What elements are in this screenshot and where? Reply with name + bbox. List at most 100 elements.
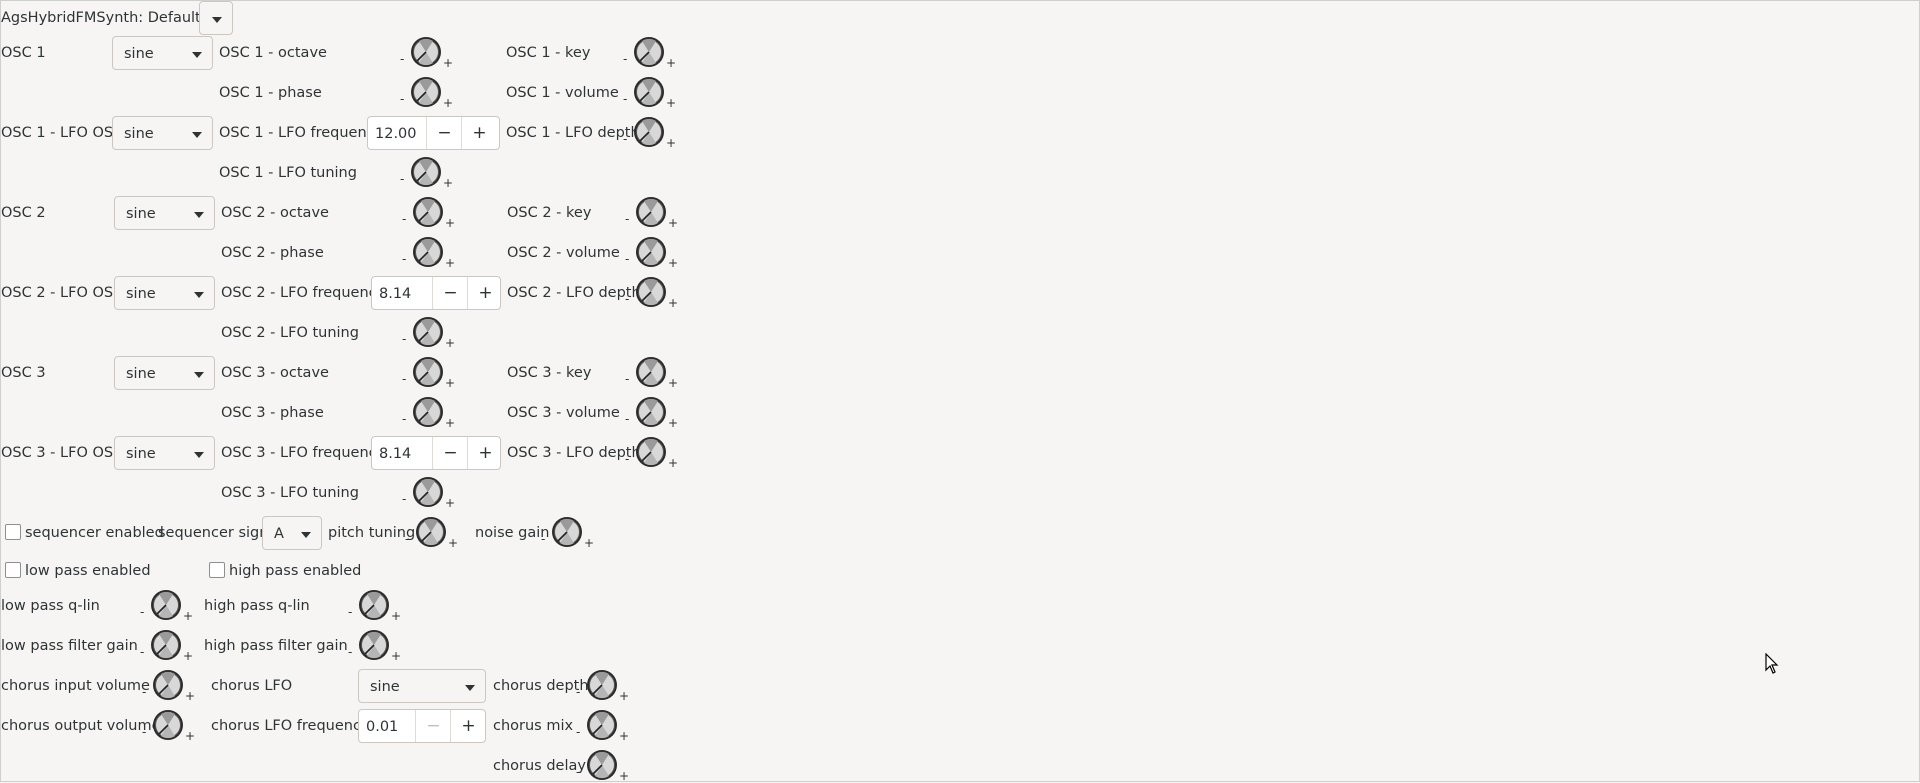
- osc2-lfo-freq-value[interactable]: 8.14: [379, 284, 411, 304]
- noise-gain-knob[interactable]: - +: [541, 515, 594, 549]
- osc1-phase-knob[interactable]: - +: [400, 75, 453, 109]
- osc2-lfo-tuning-knob[interactable]: - +: [402, 315, 455, 349]
- osc3-octave-knob[interactable]: - +: [402, 355, 455, 389]
- knob-plus-sign: +: [443, 176, 454, 190]
- chorus-lfo-freq-value[interactable]: 0.01: [366, 717, 398, 737]
- knob-plus-sign: +: [668, 456, 679, 470]
- knob-plus-sign: +: [668, 376, 679, 390]
- chorus-lfo-freq-spin[interactable]: 0.01 − +: [358, 709, 486, 743]
- osc1-lfo-wave-combo[interactable]: sine: [112, 116, 213, 150]
- knob-plus-sign: +: [391, 609, 402, 623]
- pitch-tuning-knob[interactable]: - +: [405, 515, 458, 549]
- low-pass-gain-knob[interactable]: - +: [140, 628, 194, 663]
- chorus-depth-label: chorus depth: [493, 678, 589, 694]
- chorus-delay-knob[interactable]: - +: [576, 748, 629, 782]
- decrement-button[interactable]: −: [432, 437, 468, 469]
- sequencer-enabled-checkbox[interactable]: [5, 524, 21, 540]
- knob-minus-sign: -: [402, 372, 407, 386]
- high-pass-q-knob[interactable]: - +: [348, 588, 402, 623]
- osc2-octave-label: OSC 2 - octave: [221, 205, 329, 221]
- osc2-lfo-freq-label: OSC 2 - LFO frequency: [221, 285, 386, 301]
- knob-minus-sign: -: [541, 532, 546, 546]
- osc1-wave-combo[interactable]: sine: [112, 36, 213, 70]
- knob-minus-sign: -: [402, 252, 407, 266]
- increment-button[interactable]: +: [461, 117, 497, 149]
- knob-plus-sign: +: [183, 649, 194, 663]
- knob-minus-sign: -: [348, 645, 353, 659]
- knob-minus-sign: -: [623, 92, 628, 106]
- knob-plus-sign: +: [666, 56, 677, 70]
- osc3-lfo-freq-value[interactable]: 8.14: [379, 444, 411, 464]
- osc2-lfo-osc-label: OSC 2 - LFO OSC: [1, 285, 124, 301]
- knob-minus-sign: -: [348, 605, 353, 619]
- preset-menu-button[interactable]: [199, 1, 233, 35]
- chevron-down-icon: [192, 52, 202, 58]
- osc1-lfo-freq-value[interactable]: 12.00: [375, 124, 417, 144]
- knob-plus-sign: +: [668, 216, 679, 230]
- chorus-lfo-label: chorus LFO: [211, 678, 293, 694]
- osc2-lfo-tuning-label: OSC 2 - LFO tuning: [221, 325, 359, 341]
- osc1-lfo-depth-knob[interactable]: - +: [623, 115, 676, 149]
- high-pass-gain-knob[interactable]: - +: [348, 628, 401, 662]
- osc2-octave-knob[interactable]: - +: [402, 195, 455, 229]
- osc3-label: OSC 3: [1, 365, 46, 381]
- low-pass-enabled-checkbox[interactable]: [5, 562, 21, 578]
- decrement-button[interactable]: −: [415, 710, 451, 742]
- knob-plus-sign: +: [668, 296, 679, 310]
- osc2-label: OSC 2: [1, 205, 46, 221]
- knob-plus-sign: +: [185, 729, 196, 743]
- osc2-lfo-wave-combo[interactable]: sine: [114, 276, 215, 310]
- osc3-octave-label: OSC 3 - octave: [221, 365, 329, 381]
- low-pass-q-knob[interactable]: - +: [140, 588, 193, 622]
- pitch-tuning-label: pitch tuning: [328, 525, 416, 541]
- osc3-volume-knob[interactable]: - +: [625, 395, 678, 429]
- chorus-output-volume-knob[interactable]: - +: [142, 708, 196, 743]
- knob-minus-sign: -: [402, 492, 407, 506]
- knob-minus-sign: -: [625, 252, 630, 266]
- osc3-key-label: OSC 3 - key: [507, 365, 592, 381]
- osc2-volume-knob[interactable]: - +: [625, 235, 679, 270]
- knob-minus-sign: -: [400, 52, 405, 66]
- noise-gain-label: noise gain: [475, 525, 550, 541]
- chorus-depth-knob[interactable]: - +: [576, 668, 629, 702]
- high-pass-gain-label: high pass filter gain: [204, 638, 348, 654]
- increment-button[interactable]: +: [467, 437, 503, 469]
- osc2-lfo-freq-spin[interactable]: 8.14 − +: [371, 276, 501, 310]
- osc1-lfo-tuning-knob[interactable]: - +: [400, 155, 454, 190]
- chevron-down-icon: [192, 132, 202, 138]
- increment-button[interactable]: +: [450, 710, 486, 742]
- osc1-key-knob[interactable]: - +: [623, 35, 677, 70]
- osc1-octave-knob[interactable]: - +: [400, 35, 453, 69]
- osc3-lfo-depth-knob[interactable]: - +: [625, 435, 679, 470]
- osc3-lfo-tuning-label: OSC 3 - LFO tuning: [221, 485, 359, 501]
- osc1-volume-label: OSC 1 - volume: [506, 85, 619, 101]
- osc3-lfo-freq-spin[interactable]: 8.14 − +: [371, 436, 501, 470]
- chorus-input-volume-knob[interactable]: - +: [142, 668, 195, 702]
- osc3-wave-combo[interactable]: sine: [114, 356, 215, 390]
- chorus-delay-label: chorus delay: [493, 758, 586, 774]
- osc2-wave-combo[interactable]: sine: [114, 196, 215, 230]
- high-pass-enabled-checkbox[interactable]: [209, 562, 225, 578]
- knob-plus-sign: +: [668, 256, 679, 270]
- osc3-key-knob[interactable]: - +: [625, 355, 679, 390]
- decrement-button[interactable]: −: [426, 117, 462, 149]
- osc2-lfo-depth-knob[interactable]: - +: [625, 275, 679, 310]
- knob-minus-sign: -: [142, 725, 147, 739]
- knob-minus-sign: -: [400, 92, 405, 106]
- osc3-lfo-tuning-knob[interactable]: - +: [402, 475, 455, 509]
- decrement-button[interactable]: −: [432, 277, 468, 309]
- osc2-key-knob[interactable]: - +: [625, 195, 679, 230]
- osc1-lfo-freq-spin[interactable]: 12.00 − +: [367, 116, 500, 150]
- sequencer-sign-combo[interactable]: A: [262, 516, 322, 550]
- osc1-volume-knob[interactable]: - +: [623, 75, 676, 109]
- chorus-lfo-combo[interactable]: sine: [358, 669, 486, 703]
- osc1-lfo-tuning-label: OSC 1 - LFO tuning: [219, 165, 357, 181]
- chorus-input-volume-label: chorus input volume: [1, 678, 150, 694]
- knob-minus-sign: -: [576, 725, 581, 739]
- osc1-lfo-wave-value: sine: [124, 126, 154, 142]
- osc2-phase-knob[interactable]: - +: [402, 235, 455, 269]
- increment-button[interactable]: +: [467, 277, 503, 309]
- osc3-phase-knob[interactable]: - +: [402, 395, 455, 429]
- osc3-lfo-wave-combo[interactable]: sine: [114, 436, 215, 470]
- chorus-mix-knob[interactable]: - +: [576, 708, 629, 742]
